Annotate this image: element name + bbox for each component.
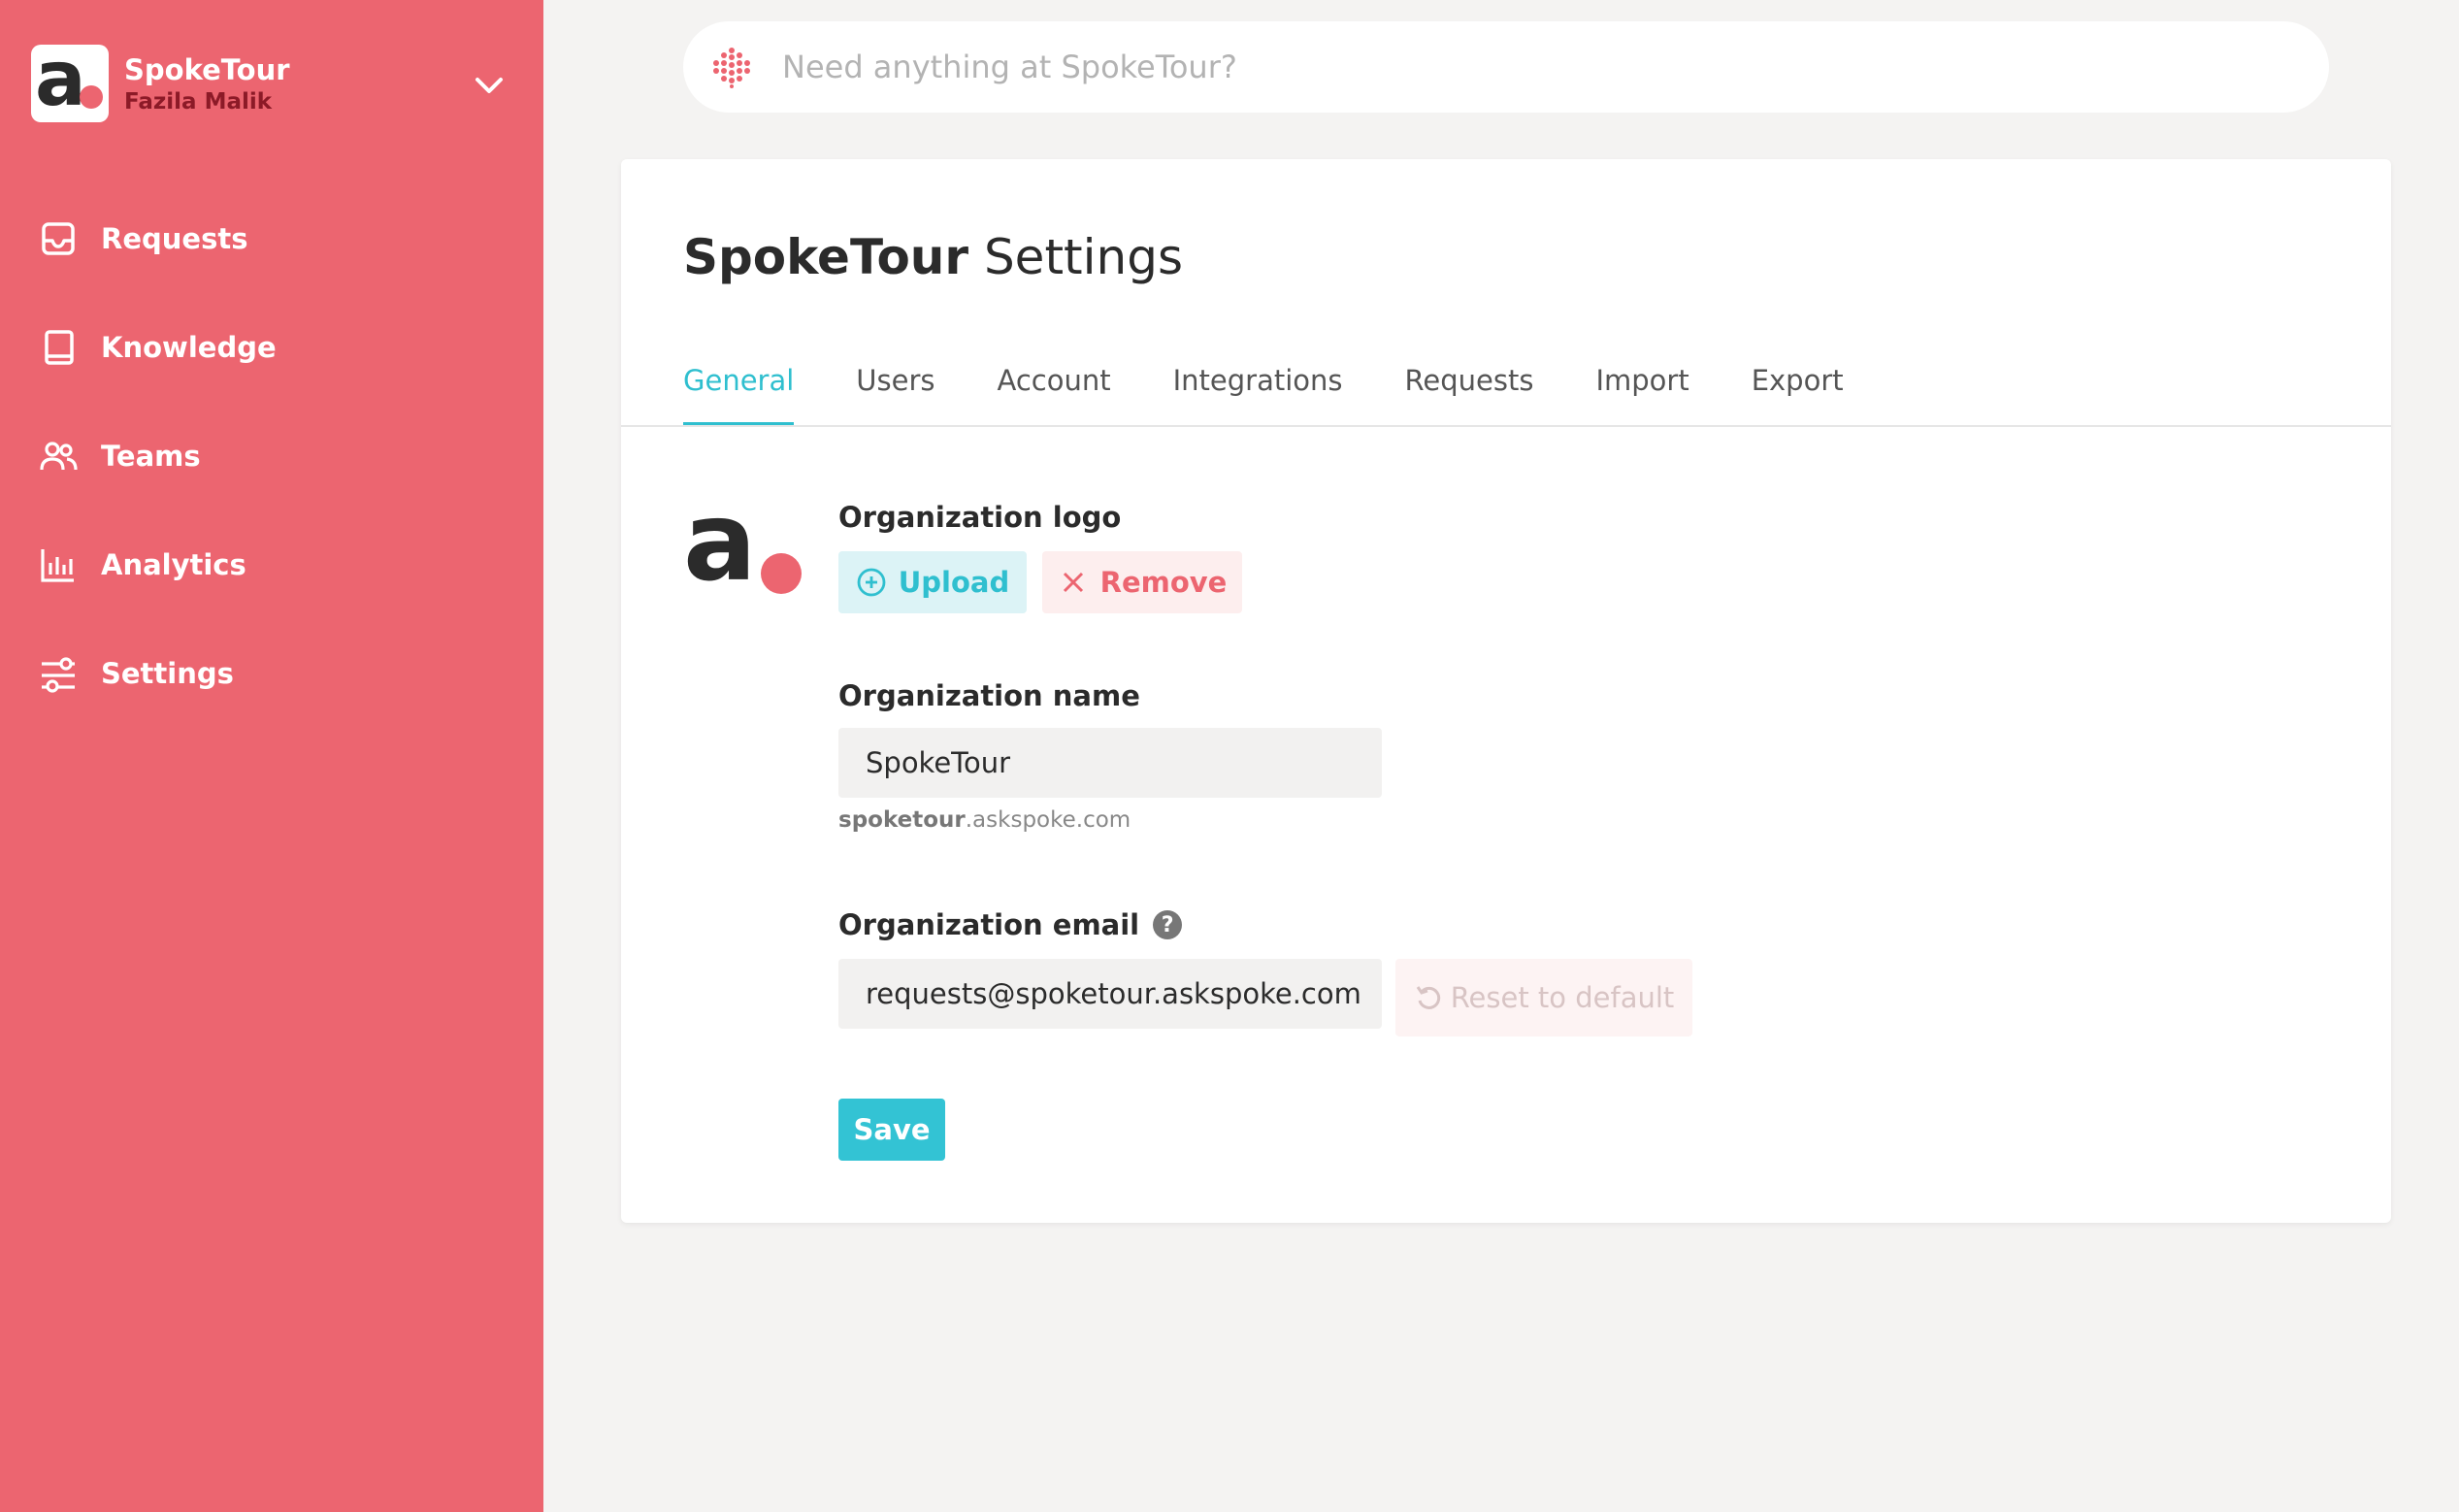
search-input[interactable]: [782, 49, 2238, 85]
subdomain-suffix: .askspoke.com: [965, 807, 1131, 833]
subdomain-prefix: spoketour: [838, 807, 966, 833]
save-button[interactable]: Save: [838, 1099, 945, 1161]
tab-general[interactable]: General: [683, 353, 795, 425]
org-email-label: Organization email: [838, 908, 1140, 941]
org-logo-preview-dot: [761, 553, 802, 594]
user-name: Fazila Malik: [124, 89, 273, 115]
sidebar-item-label: Teams: [101, 440, 201, 473]
sidebar-item-settings[interactable]: Settings: [39, 639, 505, 708]
bar-chart-icon: [41, 549, 74, 582]
sidebar-item-label: Knowledge: [101, 331, 277, 364]
org-name-input[interactable]: [838, 728, 1382, 798]
sidebar-item-label: Analytics: [101, 548, 246, 581]
sidebar: a SpokeTour Fazila Malik Requests Knowle…: [0, 0, 543, 1512]
remove-button[interactable]: Remove: [1042, 551, 1242, 613]
plus-circle-icon: [857, 568, 886, 597]
page-title-brand: SpokeTour: [683, 229, 969, 285]
sidebar-item-label: Settings: [101, 657, 234, 690]
org-name-label: Organization name: [838, 679, 1140, 712]
page-title: SpokeTour Settings: [683, 229, 1183, 285]
upload-button[interactable]: Upload: [838, 551, 1027, 613]
tab-requests[interactable]: Requests: [1405, 353, 1534, 425]
tab-integrations[interactable]: Integrations: [1173, 353, 1343, 425]
book-icon: [45, 330, 74, 365]
sidebar-item-label: Requests: [101, 222, 248, 255]
org-name: SpokeTour: [124, 53, 290, 86]
org-logo-dot: [80, 85, 103, 109]
org-logo-preview-letter: a: [683, 479, 757, 606]
org-logo-preview: a: [683, 479, 803, 606]
org-switcher[interactable]: a SpokeTour Fazila Malik: [31, 37, 512, 124]
undo-icon: [1416, 986, 1440, 1009]
close-icon: [1063, 572, 1083, 593]
org-email-input[interactable]: [838, 959, 1382, 1029]
org-text: SpokeTour Fazila Malik: [124, 51, 290, 115]
tabs-divider: [621, 425, 2391, 427]
upload-button-label: Upload: [898, 566, 1010, 599]
search-bar[interactable]: [683, 21, 2329, 113]
tab-export[interactable]: Export: [1752, 353, 1844, 425]
users-icon: [40, 442, 78, 471]
settings-card: SpokeTour Settings General Users Account…: [621, 159, 2391, 1223]
remove-button-label: Remove: [1099, 566, 1228, 599]
org-email-label-row: Organization email ?: [838, 908, 1183, 941]
chevron-down-icon[interactable]: [470, 66, 508, 105]
sidebar-nav: Requests Knowledge Teams Analytics Setti…: [39, 204, 505, 747]
sliders-icon: [42, 657, 75, 693]
org-logo-letter: a: [35, 36, 86, 123]
org-logo-label: Organization logo: [838, 501, 1122, 534]
tab-import[interactable]: Import: [1595, 353, 1689, 425]
sidebar-item-analytics[interactable]: Analytics: [39, 530, 505, 600]
settings-tabs: General Users Account Integrations Reque…: [683, 353, 1906, 425]
app-root: a SpokeTour Fazila Malik Requests Knowle…: [0, 0, 2459, 1512]
sidebar-item-requests[interactable]: Requests: [39, 204, 505, 274]
tab-users[interactable]: Users: [856, 353, 934, 425]
sidebar-item-knowledge[interactable]: Knowledge: [39, 312, 505, 382]
reset-to-default-button[interactable]: Reset to default: [1395, 959, 1692, 1036]
help-icon[interactable]: ?: [1153, 910, 1183, 939]
tab-account[interactable]: Account: [998, 353, 1111, 425]
page-title-rest: Settings: [968, 229, 1184, 285]
reset-button-label: Reset to default: [1450, 981, 1675, 1014]
sidebar-item-teams[interactable]: Teams: [39, 421, 505, 491]
main-content: SpokeTour Settings General Users Account…: [543, 0, 2459, 1512]
inbox-icon: [42, 222, 75, 255]
subdomain-hint: spoketour.askspoke.com: [838, 807, 1131, 833]
org-logo: a: [31, 37, 109, 122]
spoke-dots-icon: [713, 48, 750, 88]
